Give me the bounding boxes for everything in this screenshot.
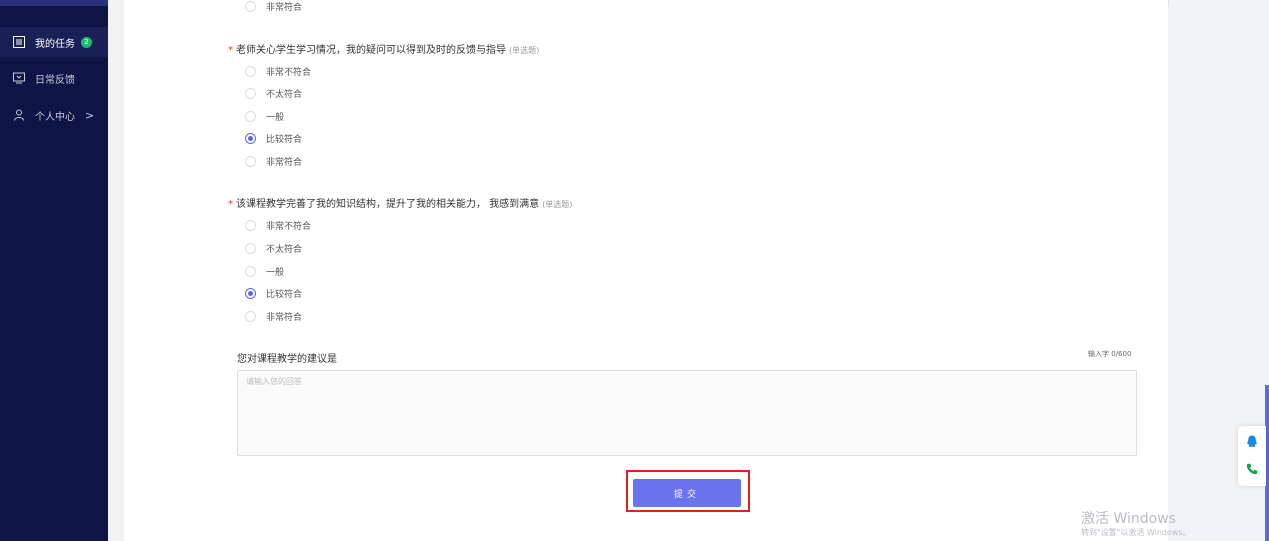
q2-option-3[interactable]: 一般 bbox=[245, 264, 284, 278]
radio-button[interactable] bbox=[245, 0, 256, 12]
chevron-right-icon: > bbox=[85, 108, 95, 122]
radio-button[interactable] bbox=[245, 242, 256, 254]
phone-icon[interactable] bbox=[1245, 462, 1259, 476]
task-count-badge: 2 bbox=[81, 36, 92, 48]
question-title-2: * 该课程教学完善了我的知识结构，提升了我的相关能力， 我感到满意 (单选题) bbox=[228, 199, 573, 210]
divider bbox=[1168, 0, 1169, 6]
q2-option-5[interactable]: 非常符合 bbox=[245, 309, 302, 323]
sidebar-item-daily-feedback[interactable]: 日常反馈 bbox=[0, 63, 108, 93]
q2-option-2[interactable]: 不太符合 bbox=[245, 241, 302, 255]
suggestion-label: 您对课程教学的建议是 bbox=[237, 354, 337, 365]
q1-option-1[interactable]: 非常不符合 bbox=[245, 64, 311, 78]
sidebar-item-personal-center[interactable]: 个人中心 > bbox=[0, 100, 108, 130]
char-counter: 输入字 0/600 bbox=[1088, 350, 1132, 358]
sidebar: 我的任务 2 日常反馈 个人中心 > bbox=[0, 0, 108, 541]
required-mark: * bbox=[228, 45, 233, 56]
q1-option-3[interactable]: 一般 bbox=[245, 109, 284, 123]
question-type-tag: (单选题) bbox=[542, 200, 573, 209]
suggestion-textarea[interactable] bbox=[237, 370, 1137, 456]
sidebar-item-label: 我的任务 bbox=[35, 38, 75, 50]
q1-option-4[interactable]: 比较符合 bbox=[245, 131, 302, 145]
floating-contact-tools bbox=[1238, 426, 1266, 486]
radio-button[interactable] bbox=[245, 87, 256, 99]
question-type-tag: (单选题) bbox=[509, 46, 540, 55]
windows-activation-watermark: 激活 Windows 转到"设置"以激活 Windows。 bbox=[1081, 511, 1191, 537]
radio-button[interactable] bbox=[245, 310, 256, 322]
sidebar-item-my-tasks[interactable]: 我的任务 2 bbox=[0, 27, 108, 57]
sidebar-item-label: 个人中心 bbox=[35, 111, 75, 123]
q1-option-2[interactable]: 不太符合 bbox=[245, 86, 302, 100]
qq-icon[interactable] bbox=[1245, 434, 1259, 448]
option-very-consistent-prev[interactable]: 非常符合 bbox=[245, 0, 302, 12]
list-icon bbox=[12, 35, 26, 49]
radio-button[interactable] bbox=[245, 265, 256, 277]
radio-button-checked[interactable] bbox=[245, 287, 256, 299]
monitor-icon bbox=[12, 71, 26, 85]
submit-button[interactable]: 提交 bbox=[633, 479, 741, 507]
q2-option-4[interactable]: 比较符合 bbox=[245, 286, 302, 300]
required-mark: * bbox=[228, 199, 233, 210]
radio-button-checked[interactable] bbox=[245, 132, 256, 144]
radio-button[interactable] bbox=[245, 65, 256, 77]
radio-button[interactable] bbox=[245, 155, 256, 167]
radio-button[interactable] bbox=[245, 110, 256, 122]
radio-button[interactable] bbox=[245, 219, 256, 231]
sidebar-top-bar bbox=[0, 0, 108, 6]
q2-option-1[interactable]: 非常不符合 bbox=[245, 218, 311, 232]
q1-option-5[interactable]: 非常符合 bbox=[245, 154, 302, 168]
sidebar-item-label: 日常反馈 bbox=[35, 74, 75, 86]
question-title-1: * 老师关心学生学习情况，我的疑问可以得到及时的反馈与指导 (单选题) bbox=[228, 45, 540, 56]
user-icon bbox=[12, 108, 26, 122]
